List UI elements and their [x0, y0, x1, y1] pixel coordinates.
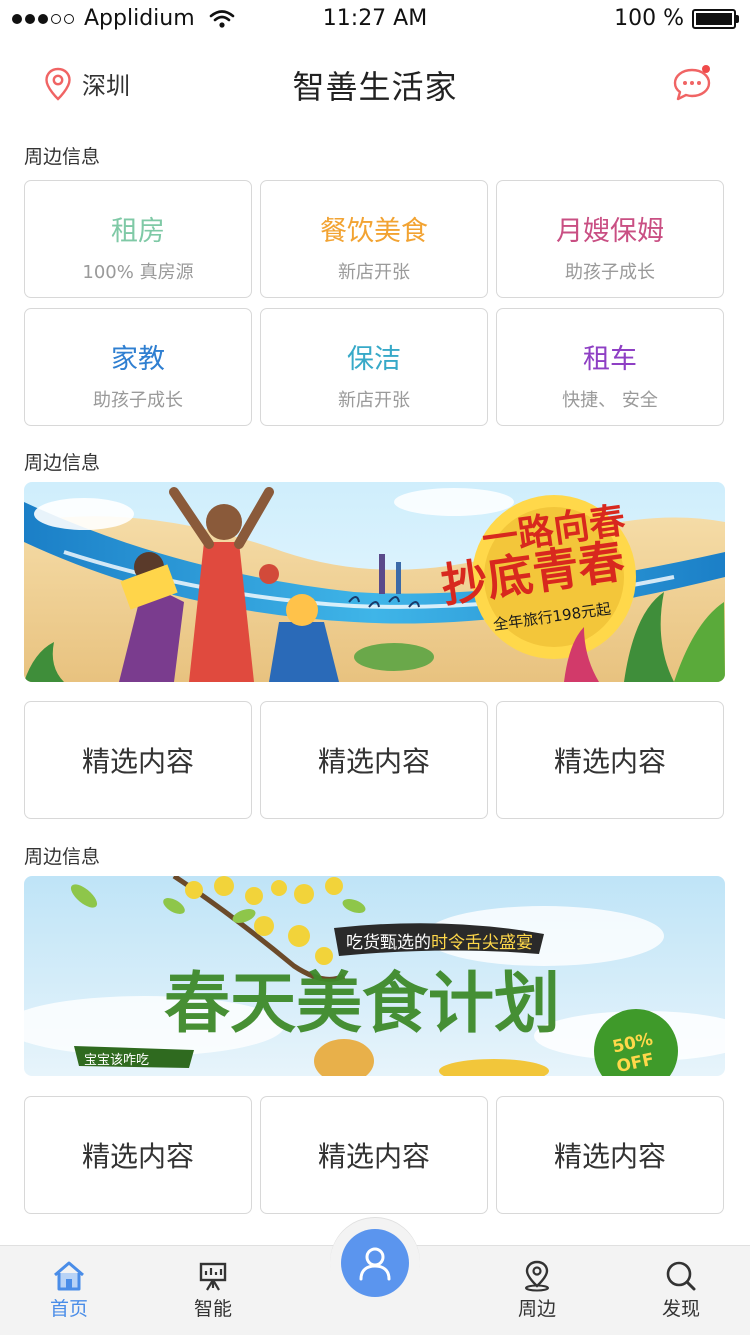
- food-banner-illustration: 吃货甄选的时令舌尖盛宴 春天美食计划 宝宝该咋吃 50% OFF: [24, 876, 725, 1076]
- tab-nearby[interactable]: 周边: [492, 1260, 582, 1321]
- section-label: 周边信息: [24, 846, 101, 868]
- service-subtitle: 新店开张: [338, 390, 410, 411]
- status-bar: Applidium 11:27 AM 100 %: [0, 0, 750, 40]
- travel-banner-illustration: 一路向春 抄底青春 全年旅行198元起: [24, 482, 725, 682]
- service-title: 保洁: [347, 344, 401, 375]
- tab-home[interactable]: 首页: [24, 1260, 114, 1321]
- chat-bubble-icon: [673, 65, 711, 101]
- featured-card[interactable]: 精选内容: [24, 701, 252, 819]
- search-icon: [666, 1261, 696, 1291]
- svg-text:宝宝该咋吃: 宝宝该咋吃: [84, 1052, 149, 1068]
- featured-card[interactable]: 精选内容: [24, 1096, 252, 1214]
- travel-banner[interactable]: 一路向春 抄底青春 全年旅行198元起: [24, 482, 725, 682]
- tab-discover[interactable]: 发现: [636, 1260, 726, 1321]
- service-card-food[interactable]: 餐饮美食 新店开张: [260, 180, 488, 298]
- easel-icon: [199, 1262, 227, 1291]
- message-button[interactable]: [672, 64, 712, 106]
- service-card-cleaning[interactable]: 保洁 新店开张: [260, 308, 488, 426]
- featured-card[interactable]: 精选内容: [496, 701, 724, 819]
- profile-button-circle: [341, 1229, 409, 1297]
- service-title: 月嫂保姆: [556, 216, 664, 247]
- service-subtitle: 助孩子成长: [565, 262, 655, 283]
- service-title: 租车: [583, 344, 637, 375]
- featured-card[interactable]: 精选内容: [260, 1096, 488, 1214]
- home-icon: [54, 1261, 84, 1291]
- service-subtitle: 100% 真房源: [82, 262, 194, 283]
- tab-label: 首页: [49, 1298, 88, 1320]
- service-card-nanny[interactable]: 月嫂保姆 助孩子成长: [496, 180, 724, 298]
- featured-card[interactable]: 精选内容: [496, 1096, 724, 1214]
- service-subtitle: 新店开张: [338, 262, 410, 283]
- user-icon: [359, 1247, 391, 1281]
- service-card-car-rental[interactable]: 租车 快捷、 安全: [496, 308, 724, 426]
- location-pin-icon: [525, 1260, 549, 1292]
- tab-label: 智能: [193, 1298, 232, 1320]
- tab-label: 周边: [517, 1298, 556, 1320]
- food-banner[interactable]: 吃货甄选的时令舌尖盛宴 春天美食计划 宝宝该咋吃 50% OFF: [24, 876, 725, 1076]
- tab-label: 发现: [661, 1298, 700, 1320]
- section-label: 周边信息: [24, 452, 101, 474]
- battery-icon: [692, 8, 739, 29]
- battery-percent: 100 %: [614, 6, 684, 31]
- service-title: 餐饮美食: [320, 216, 428, 247]
- svg-text:吃货甄选的时令舌尖盛宴: 吃货甄选的时令舌尖盛宴: [346, 933, 533, 953]
- svg-text:春天美食计划: 春天美食计划: [164, 964, 560, 1042]
- page-title: 智善生活家: [292, 68, 458, 106]
- service-subtitle: 快捷、 安全: [562, 390, 658, 411]
- nav-bar: 深圳 智善生活家: [0, 44, 750, 124]
- tab-smart[interactable]: 智能: [168, 1260, 258, 1321]
- service-card-rent[interactable]: 租房 100% 真房源: [24, 180, 252, 298]
- notification-dot: [702, 65, 710, 73]
- service-title: 家教: [111, 344, 165, 375]
- service-card-tutor[interactable]: 家教 助孩子成长: [24, 308, 252, 426]
- battery-status: 100 %: [614, 6, 739, 31]
- service-title: 租房: [111, 216, 165, 247]
- section-label: 周边信息: [24, 146, 101, 168]
- service-subtitle: 助孩子成长: [93, 390, 183, 411]
- center-profile-button[interactable]: [330, 1218, 420, 1308]
- featured-card[interactable]: 精选内容: [260, 701, 488, 819]
